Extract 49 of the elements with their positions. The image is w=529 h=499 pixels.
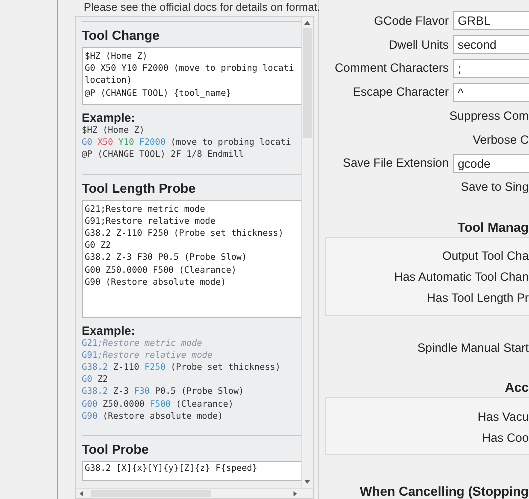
option-label: Verbose C <box>472 132 529 147</box>
dropdown-field[interactable]: second <box>453 35 529 54</box>
code-textarea[interactable]: G38.2 [X]{x}[Y]{y}[Z]{z} F{speed} <box>82 461 301 482</box>
up-arrow-icon[interactable] <box>304 20 311 26</box>
example-code-line: $HZ (Home Z) <box>82 125 146 138</box>
example-code-line: G0 X50 Y10 F2000 (move to probing locati <box>82 137 292 150</box>
example-code-line: @P (CHANGE TOOL) 2F 1/8 Endmill <box>82 149 246 162</box>
group-heading: Tool Manag <box>458 220 529 235</box>
option-label: Spindle Manual Start <box>418 340 529 355</box>
right-arrow-icon[interactable] <box>292 490 299 496</box>
example-label: Example: <box>82 111 136 125</box>
down-arrow-icon[interactable] <box>304 479 311 485</box>
field-label: Comment Characters <box>334 61 449 76</box>
left-arrow-icon[interactable] <box>78 490 85 496</box>
field-label: Dwell Units <box>388 38 449 52</box>
scrollbar-thumb[interactable] <box>91 490 211 497</box>
section-title: Tool Probe <box>82 442 150 458</box>
option-label: Has Tool Length Pr <box>427 291 529 306</box>
example-code-line: G0 Z2 <box>82 374 110 386</box>
text-field[interactable]: ^ <box>453 82 529 102</box>
example-label: Example: <box>82 324 136 338</box>
text-field[interactable]: gcode <box>453 154 529 173</box>
horizontal-scrollbar[interactable] <box>76 488 313 498</box>
example-code-line: G90 (Restore absolute mode) <box>82 410 224 424</box>
format-note: Please see the official docs for details on format. <box>83 1 320 16</box>
text-field[interactable]: ; <box>453 58 529 78</box>
group-heading: When Cancelling (Stopping <box>360 484 529 499</box>
vertical-scrollbar[interactable] <box>301 17 313 488</box>
field-label: Escape Character <box>352 85 449 100</box>
dropdown-field[interactable]: GRBL <box>453 11 529 30</box>
example-code-line: G38.2 Z-110 F250 (Probe set thickness) <box>82 362 282 374</box>
example-code-line: G21;Restore metric mode <box>82 338 204 350</box>
option-label: Output Tool Cha <box>442 249 529 264</box>
option-label: Save to Sing <box>460 180 529 194</box>
section-title: Tool Change <box>82 28 161 43</box>
example-code-line: G91;Restore relative mode <box>82 350 214 362</box>
field-label: GCode Flavor <box>373 14 449 28</box>
option-label: Suppress Com <box>450 108 529 123</box>
option-label: Has Automatic Tool Chan <box>394 270 529 284</box>
example-code-line: G38.2 Z-3 F30 P0.5 (Probe Slow) <box>82 386 246 399</box>
option-label: Has Vacu <box>478 410 529 424</box>
group-heading: Acc <box>505 380 529 396</box>
code-textarea[interactable]: $HZ (Home Z) G0 X50 Y10 F2000 (move to probing locati location) @P (CHANGE TOOL) {tool_name} <box>82 47 301 105</box>
scrollbar-thumb[interactable] <box>303 28 312 138</box>
example-code-line: G00 Z50.0000 F500 (Clearance) <box>82 398 235 411</box>
code-textarea[interactable]: G21;Restore metric mode G91;Restore relative mode G38.2 Z-110 F250 (Probe set thickness) G0 Z2 G38.2 Z-3 F30 P0.5 (Probe Slow) G00 Z50.0000 F500 (Clearance) G90 (Restore absolute mode) <box>82 200 301 318</box>
field-label: Save File Extension <box>342 156 449 170</box>
section-title: Tool Length Probe <box>82 180 197 196</box>
option-label: Has Coo <box>482 430 529 445</box>
